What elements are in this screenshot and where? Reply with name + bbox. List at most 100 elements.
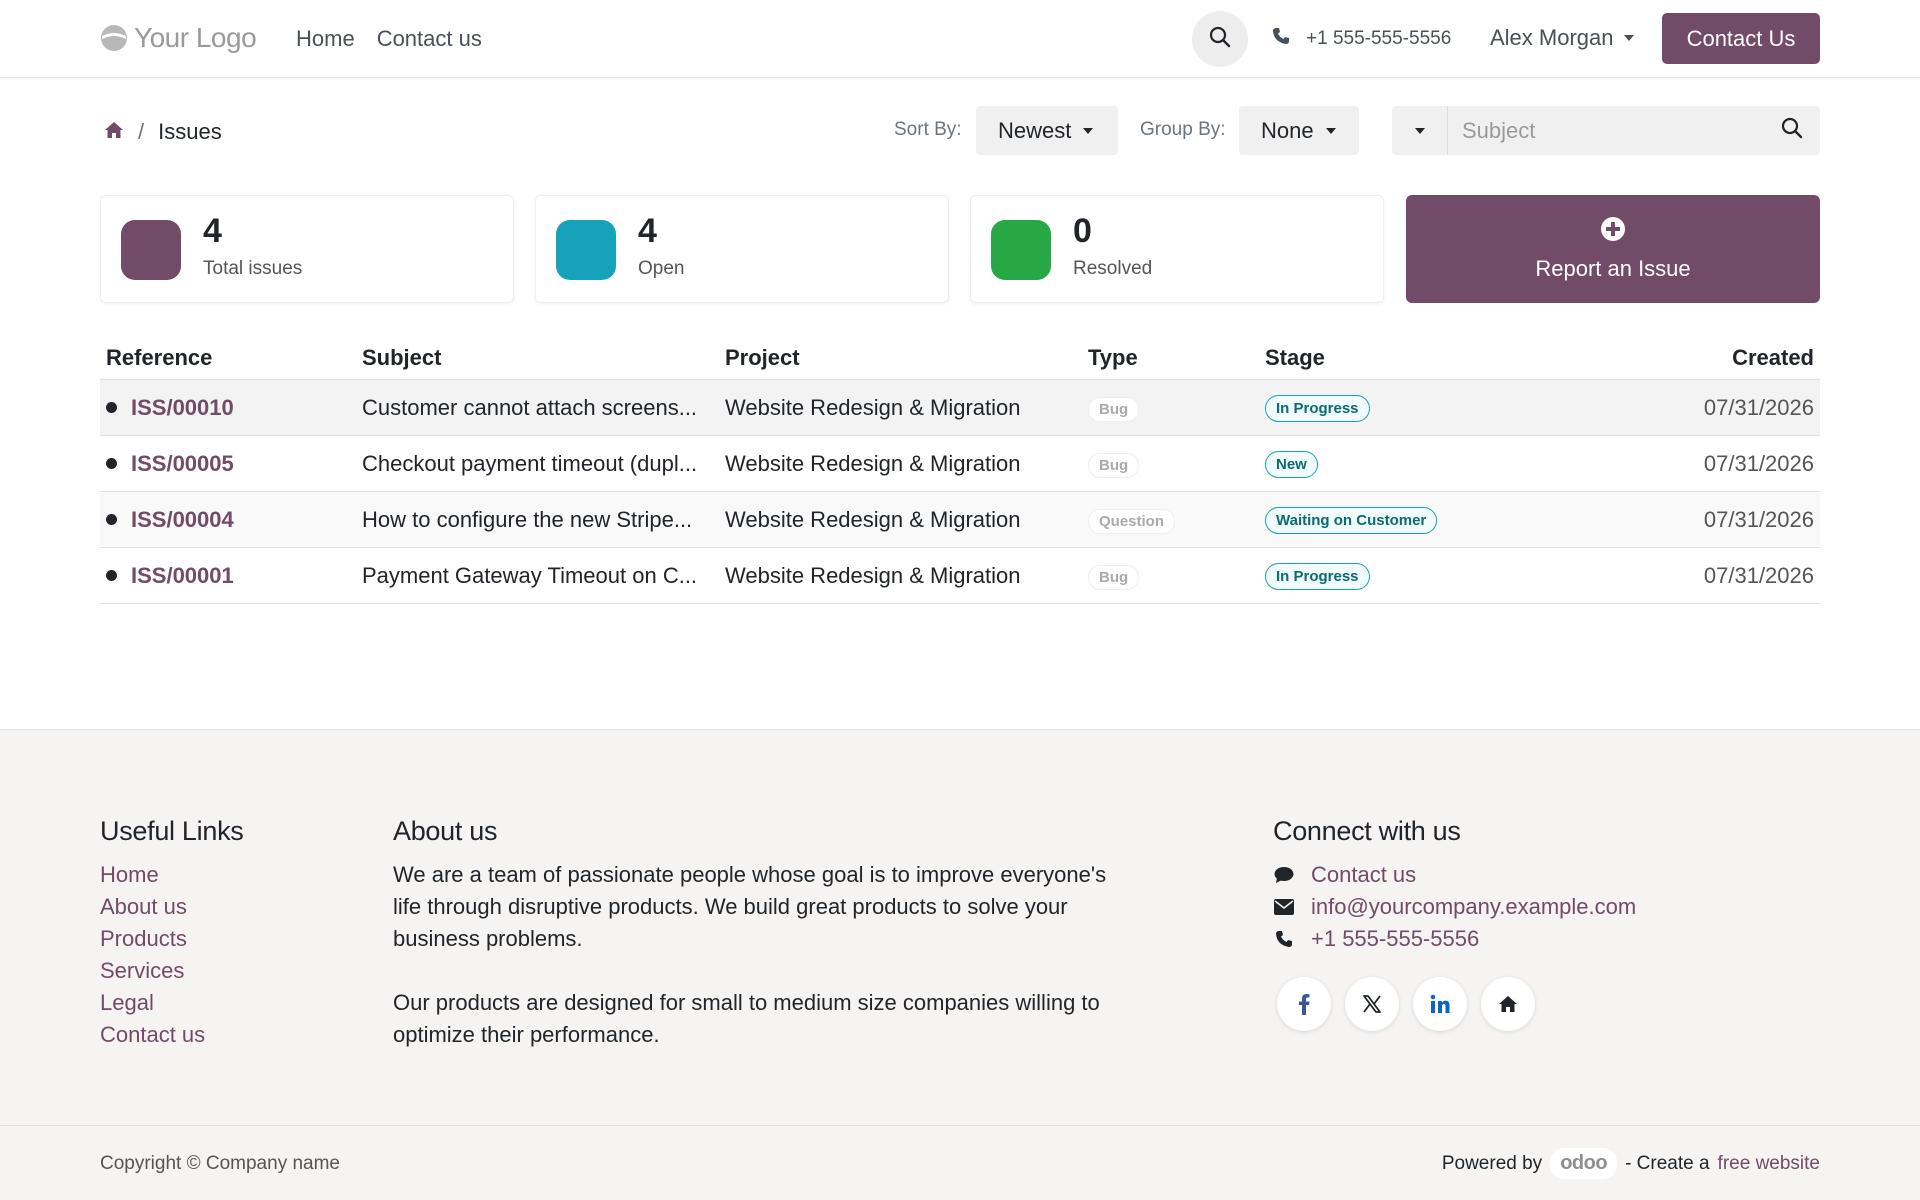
facebook-icon[interactable] — [1277, 977, 1331, 1031]
header-phone-number: +1 555-555-5556 — [1306, 28, 1452, 49]
connect-email[interactable]: info@yourcompany.example.com — [1273, 891, 1636, 923]
issue-reference[interactable]: ISS/00010 — [131, 395, 234, 421]
plus-circle-icon — [1600, 216, 1626, 248]
copyright-bar: Copyright © Company name Powered by odoo… — [0, 1125, 1920, 1200]
powered-by-label: Powered by — [1441, 1152, 1543, 1174]
issue-subject: Customer cannot attach screens... — [362, 394, 698, 420]
th-type[interactable]: Type — [1088, 345, 1265, 371]
search-submit-button[interactable] — [1764, 106, 1820, 155]
connect-phone[interactable]: +1 555-555-5556 — [1273, 923, 1636, 955]
issue-created: 07/31/2026 — [1703, 450, 1814, 476]
issue-reference[interactable]: ISS/00001 — [131, 563, 234, 589]
status-dot — [106, 458, 117, 469]
search-filter-dropdown[interactable] — [1392, 106, 1448, 155]
table-row[interactable]: ISS/00004 How to configure the new Strip… — [100, 492, 1820, 548]
site-logo[interactable]: Your Logo — [100, 22, 257, 54]
social-links — [1277, 977, 1636, 1031]
chevron-down-icon — [1083, 127, 1094, 134]
stage-badge: In Progress — [1265, 395, 1370, 422]
chevron-down-icon — [1623, 35, 1634, 41]
connect-section: Connect with us Contact us info@yourcomp… — [1273, 816, 1636, 1031]
stat-swatch — [556, 220, 616, 280]
stat-card-open[interactable]: 4 Open — [535, 195, 949, 303]
group-by-dropdown[interactable]: None — [1239, 106, 1359, 155]
footer-link-products[interactable]: Products — [100, 923, 243, 955]
odoo-logo[interactable]: odoo — [1550, 1148, 1618, 1179]
footer-link-services[interactable]: Services — [100, 955, 243, 987]
sort-by-value: Newest — [998, 117, 1072, 143]
issue-project: Website Redesign & Migration — [725, 394, 1021, 420]
table-row[interactable]: ISS/00010 Customer cannot attach screens… — [100, 380, 1820, 436]
th-reference[interactable]: Reference — [100, 345, 362, 371]
type-badge: Bug — [1088, 564, 1140, 590]
phone-icon — [1272, 27, 1290, 51]
breadcrumb-current: Issues — [158, 119, 222, 144]
breadcrumb-separator: / — [138, 119, 145, 144]
header-phone[interactable]: +1 555-555-5556 — [1272, 27, 1451, 51]
about-us-paragraph-1: We are a team of passionate people whose… — [393, 862, 1107, 951]
nav-contact-us[interactable]: Contact us — [377, 26, 482, 52]
th-subject[interactable]: Subject — [362, 345, 725, 371]
table-row[interactable]: ISS/00001 Payment Gateway Timeout on C..… — [100, 548, 1820, 604]
stat-value: 4 — [638, 212, 657, 250]
search-input[interactable] — [1448, 106, 1764, 155]
report-issue-button[interactable]: Report an Issue — [1406, 195, 1820, 303]
connect-phone-number: +1 555-555-5556 — [1311, 926, 1480, 951]
type-badge: Bug — [1088, 452, 1140, 478]
issue-subject: Payment Gateway Timeout on C... — [362, 562, 698, 588]
about-us-section: About us We are a team of passionate peo… — [393, 816, 1113, 1051]
table-row[interactable]: ISS/00005 Checkout payment timeout (dupl… — [100, 436, 1820, 492]
odoo-logo-text: odoo — [1560, 1152, 1608, 1174]
contact-us-button[interactable]: Contact Us — [1662, 13, 1820, 64]
search-icon — [1209, 26, 1231, 53]
th-stage[interactable]: Stage — [1265, 345, 1595, 371]
connect-contact[interactable]: Contact us — [1273, 859, 1636, 891]
header-search-button[interactable] — [1192, 11, 1248, 67]
issue-project: Website Redesign & Migration — [725, 450, 1021, 476]
user-name: Alex Morgan — [1490, 25, 1614, 50]
status-dot — [106, 514, 117, 525]
search-icon — [1781, 117, 1803, 144]
about-us-paragraph-2: Our products are designed for small to m… — [393, 990, 1100, 1047]
issue-reference[interactable]: ISS/00004 — [131, 507, 234, 533]
stat-label: Total issues — [203, 258, 303, 279]
free-website-link[interactable]: free website — [1718, 1153, 1820, 1175]
sort-by-dropdown[interactable]: Newest — [976, 106, 1118, 155]
group-by-label: Group By: — [1140, 119, 1226, 140]
search-bar — [1392, 106, 1820, 155]
stat-card-resolved[interactable]: 0 Resolved — [970, 195, 1384, 303]
chevron-down-icon — [1414, 127, 1425, 134]
issue-created: 07/31/2026 — [1703, 562, 1814, 588]
table-header: Reference Subject Project Type Stage Cre… — [100, 336, 1820, 380]
home-icon[interactable] — [1481, 977, 1535, 1031]
footer-link-legal[interactable]: Legal — [100, 987, 243, 1019]
phone-icon — [1273, 930, 1295, 948]
breadcrumb: / Issues — [104, 119, 222, 145]
stat-swatch — [121, 220, 181, 280]
about-us-title: About us — [393, 816, 498, 846]
stat-card-total[interactable]: 4 Total issues — [100, 195, 514, 303]
connect-title: Connect with us — [1273, 816, 1461, 846]
useful-links: Useful Links Home About us Products Serv… — [100, 816, 244, 1051]
x-icon[interactable] — [1345, 977, 1399, 1031]
footer-link-about[interactable]: About us — [100, 891, 243, 923]
home-icon[interactable] — [104, 119, 124, 145]
user-menu[interactable]: Alex Morgan — [1490, 25, 1634, 51]
useful-links-title: Useful Links — [100, 816, 244, 846]
envelope-icon — [1273, 899, 1295, 915]
linkedin-icon[interactable] — [1413, 977, 1467, 1031]
sort-by-label: Sort By: — [894, 119, 962, 140]
stat-swatch — [991, 220, 1051, 280]
issues-table: Reference Subject Project Type Stage Cre… — [100, 336, 1820, 604]
issue-reference[interactable]: ISS/00005 — [131, 451, 234, 477]
status-dot — [106, 402, 117, 413]
footer-link-home[interactable]: Home — [100, 859, 243, 891]
footer-link-contact[interactable]: Contact us — [100, 1019, 243, 1051]
th-project[interactable]: Project — [725, 345, 1088, 371]
copyright-text: Copyright © Company name — [100, 1153, 340, 1174]
nav-home[interactable]: Home — [296, 26, 355, 52]
stat-label: Open — [638, 258, 685, 279]
th-created[interactable]: Created — [1595, 345, 1820, 371]
report-issue-label: Report an Issue — [1535, 256, 1691, 281]
logo-icon — [100, 24, 128, 52]
